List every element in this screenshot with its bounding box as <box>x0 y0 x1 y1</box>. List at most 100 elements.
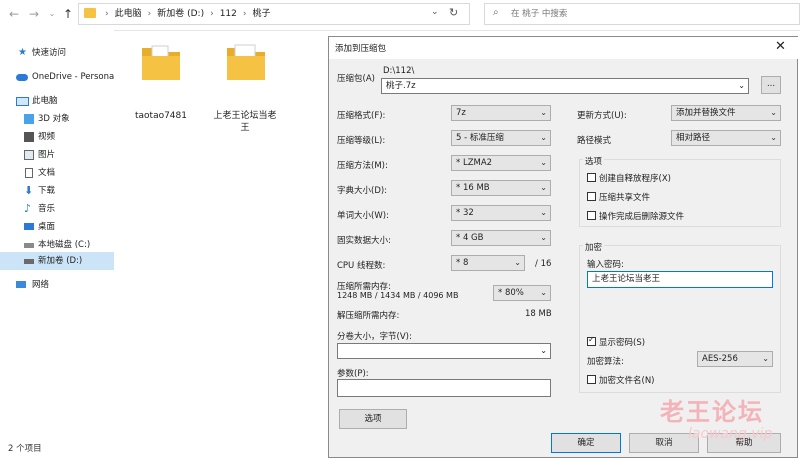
chevron-down-icon: ⌄ <box>770 133 777 142</box>
chevron-down-icon: ⌄ <box>762 354 769 363</box>
sfx-checkbox[interactable] <box>587 173 596 182</box>
up-arrow-icon[interactable]: ↑ <box>60 6 76 22</box>
computer-icon <box>16 97 29 106</box>
demem-value: 18 MB <box>525 309 552 319</box>
word-select[interactable]: * 32 ⌄ <box>451 205 551 221</box>
browse-button[interactable]: ... <box>761 76 781 94</box>
delete-checkbox[interactable] <box>587 211 596 220</box>
recent-chevron-icon[interactable]: ⌄ <box>44 6 60 22</box>
cpu-value: * 8 <box>456 258 469 268</box>
music-icon: ♪ <box>24 202 32 215</box>
mem-percent-select[interactable]: * 80% ⌄ <box>493 285 551 301</box>
network-icon <box>16 281 26 288</box>
breadcrumb-item[interactable]: 112 <box>220 9 237 19</box>
sidebar-item-label: 音乐 <box>38 204 56 214</box>
search-input[interactable]: ⌕ 在 桃子 中搜索 <box>484 3 800 25</box>
chevron-down-icon: ⌄ <box>514 258 521 267</box>
cube-icon <box>24 114 34 124</box>
chevron-down-icon: ⌄ <box>540 288 547 297</box>
cpu-select[interactable]: * 8 ⌄ <box>451 255 525 271</box>
dict-value: * 16 MB <box>456 183 490 193</box>
options-button[interactable]: 选项 <box>339 409 407 429</box>
show-password-label: 显示密码(S) <box>599 338 646 348</box>
document-icon <box>25 168 33 178</box>
sidebar-item-label: 此电脑 <box>32 96 58 106</box>
chevron-down-icon: ⌄ <box>540 133 547 142</box>
desktop-icon <box>24 223 34 230</box>
format-select[interactable]: 7z ⌄ <box>451 105 551 121</box>
file-item[interactable] <box>140 42 182 85</box>
method-label: 压缩方法(M): <box>337 161 388 171</box>
breadcrumb-item[interactable]: 新加卷 (D:) <box>157 9 204 19</box>
encrypt-names-checkbox[interactable] <box>587 375 596 384</box>
dict-select[interactable]: * 16 MB ⌄ <box>451 180 551 196</box>
forward-arrow-icon[interactable]: → <box>26 6 42 22</box>
sidebar-item-label: 文档 <box>38 168 56 178</box>
sidebar-item-label: OneDrive - Persona <box>32 72 114 82</box>
explorer-toolbar: ← → ⌄ ↑ › 此电脑 › 新加卷 (D:) › 112 › 桃子 ⌄ ↻ ⌕ 在 桃子 … <box>0 0 800 31</box>
level-select[interactable]: 5 - 标准压缩 ⌄ <box>451 130 551 146</box>
back-arrow-icon[interactable]: ← <box>6 6 22 22</box>
folder-icon <box>84 8 96 18</box>
shared-label: 压缩共享文件 <box>599 193 651 203</box>
dict-label: 字典大小(D): <box>337 186 388 196</box>
ok-button[interactable]: 确定 <box>551 433 621 453</box>
search-icon: ⌕ <box>493 7 499 18</box>
breadcrumb-item[interactable]: 此电脑 <box>115 9 142 19</box>
chevron-down-icon: ⌄ <box>540 108 547 117</box>
sidebar-item-videos[interactable]: 视频 <box>0 128 114 146</box>
sidebar-item-network[interactable]: 网络 <box>0 276 114 294</box>
parameters-input[interactable] <box>337 379 551 397</box>
sidebar-item-label: 3D 对象 <box>38 114 70 124</box>
folder-icon <box>227 44 265 80</box>
address-bar[interactable]: › 此电脑 › 新加卷 (D:) › 112 › 桃子 ⌄ ↻ <box>78 3 470 25</box>
sidebar-item-music[interactable]: ♪ 音乐 <box>0 200 114 218</box>
level-label: 压缩等级(L): <box>337 136 386 146</box>
password-input[interactable]: 上老王论坛当老王 <box>587 271 773 288</box>
sidebar-item-onedrive[interactable]: OneDrive - Persona <box>0 68 114 86</box>
sidebar-item-documents[interactable]: 文档 <box>0 164 114 182</box>
close-icon[interactable]: ✕ <box>775 39 786 54</box>
navigation-pane: ★ 快速访问 OneDrive - Persona 此电脑 3D 对象 视频 图… <box>0 30 114 440</box>
breadcrumb: › 此电脑 › 新加卷 (D:) › 112 › 桃子 <box>105 9 271 19</box>
show-password-checkbox[interactable]: ✓ <box>587 335 596 346</box>
sidebar-item-label: 图片 <box>38 150 56 160</box>
sidebar-item-label: 桌面 <box>38 222 56 232</box>
method-select[interactable]: * LZMA2 ⌄ <box>451 155 551 171</box>
solid-select[interactable]: * 4 GB ⌄ <box>451 230 551 246</box>
enc-method-select[interactable]: AES-256 ⌄ <box>697 351 773 367</box>
drive-icon <box>24 259 34 264</box>
enc-method-value: AES-256 <box>702 354 738 364</box>
file-item[interactable] <box>225 42 267 85</box>
sidebar-item-3d-objects[interactable]: 3D 对象 <box>0 110 114 128</box>
chevron-down-icon: ⌄ <box>738 81 745 90</box>
shared-checkbox[interactable] <box>587 192 596 201</box>
format-value: 7z <box>456 108 466 118</box>
sidebar-item-downloads[interactable]: ⬇ 下载 <box>0 182 114 200</box>
sidebar-item-desktop[interactable]: 桌面 <box>0 218 114 236</box>
dropdown-chevron-icon[interactable]: ⌄ <box>431 7 439 17</box>
search-placeholder: 在 桃子 中搜索 <box>511 9 568 19</box>
checkmark-icon: ✓ <box>588 335 595 344</box>
sidebar-item-pictures[interactable]: 图片 <box>0 146 114 164</box>
pathmode-label: 路径模式 <box>577 136 612 146</box>
refresh-icon[interactable]: ↻ <box>449 6 458 19</box>
sfx-label: 创建自释放程序(X) <box>599 174 671 184</box>
sidebar-item-this-pc[interactable]: 此电脑 <box>0 92 114 110</box>
picture-icon <box>24 150 34 160</box>
path-mode-select[interactable]: 相对路径 ⌄ <box>671 130 781 146</box>
delete-label: 操作完成后删除源文件 <box>599 212 685 222</box>
split-size-input[interactable]: ⌄ <box>337 343 551 359</box>
sidebar-item-label: 新加卷 (D:) <box>38 256 83 266</box>
dialog-title: 添加到压缩包 <box>335 44 387 54</box>
breadcrumb-item[interactable]: 桃子 <box>253 9 271 19</box>
archive-name-value: 桃子.7z <box>386 81 416 91</box>
level-value: 5 - 标准压缩 <box>456 133 504 143</box>
sidebar-item-quick-access[interactable]: ★ 快速访问 <box>0 44 114 62</box>
sidebar-item-drive-d[interactable]: 新加卷 (D:) <box>0 252 114 270</box>
word-label: 单词大小(W): <box>337 211 389 221</box>
update-mode-select[interactable]: 添加并替换文件 ⌄ <box>671 105 781 121</box>
chevron-down-icon: ⌄ <box>540 346 547 355</box>
archive-name-input[interactable]: 桃子.7z ⌄ <box>381 78 749 94</box>
watermark-url: laowang.vip <box>688 426 773 442</box>
